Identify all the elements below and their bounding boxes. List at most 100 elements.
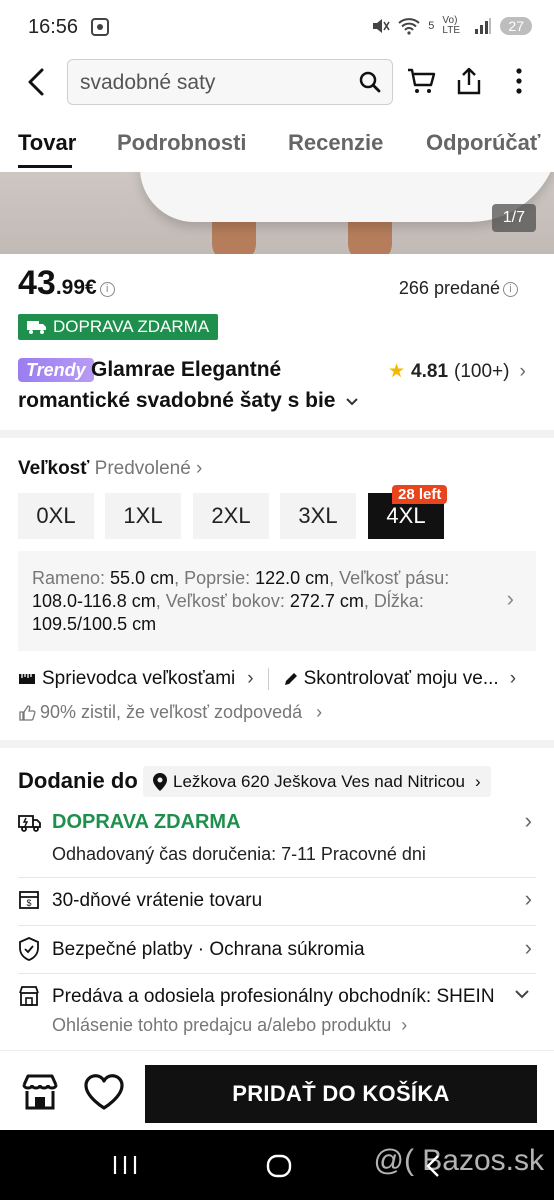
seller-text: Predáva a odosiela profesionálny obchodn… [52, 986, 495, 1007]
title-line2-text: romantické svadobné šaty s bie [18, 389, 336, 412]
size-tools-row: Sprievodca veľkosťami › Skontrolovať moj… [18, 664, 536, 694]
size-measurements[interactable]: Rameno: 55.0 cm, Poprsie: 122.0 cm, Veľk… [18, 551, 536, 651]
size-guide-link[interactable]: Sprievodca veľkosťami › [18, 668, 254, 690]
fit-text: 90% zistil, že veľkosť zodpovedá [40, 702, 303, 722]
product-tabs: Tovar Podrobnosti Recenzie Odporúčať [0, 120, 554, 172]
shop-icon [22, 1074, 58, 1110]
check-size-link[interactable]: Skontrolovať moju ve... › [283, 668, 516, 690]
network-label: 5 [428, 20, 435, 32]
trendy-tag: Trendy [18, 358, 94, 382]
sold-text: 266 predané [398, 278, 500, 298]
size-option-2xl[interactable]: 2XL [193, 493, 269, 539]
top-bar: svadobné saty [0, 56, 554, 110]
delivery-address[interactable]: Ležkova 620 Ješkova Ves nad Nitricou › [143, 766, 491, 797]
size-sublabel: Predvolené [94, 458, 191, 479]
product-title-line2[interactable]: romantické svadobné šaty s bie [18, 389, 359, 413]
battery-indicator: 27 [500, 17, 532, 35]
tab-tovar[interactable]: Tovar [18, 130, 76, 156]
size-header[interactable]: Veľkosť Predvolené › [18, 458, 202, 480]
product-title: Glamrae Elegantné [91, 358, 282, 381]
back-button[interactable] [18, 60, 54, 104]
m-value: 122.0 cm [255, 568, 330, 588]
truck-icon [27, 321, 46, 334]
chevron-down-icon[interactable] [514, 988, 530, 1006]
size-option-0xl[interactable]: 0XL [18, 493, 94, 539]
divider-line [18, 925, 536, 926]
free-delivery-label: DOPRAVA ZDARMA [52, 811, 241, 833]
recent-apps-icon[interactable] [112, 1154, 138, 1181]
location-pin-icon [153, 772, 167, 791]
search-input[interactable]: svadobné saty [67, 59, 393, 105]
shield-check-icon [18, 937, 42, 961]
wifi-icon [398, 18, 420, 35]
watermark: @( Bazos.sk [373, 1144, 545, 1177]
size-guide-text: Sprievodca veľkosťami [42, 668, 236, 689]
tab-recenzie[interactable]: Recenzie [288, 130, 383, 156]
wishlist-button[interactable] [83, 1073, 125, 1116]
tab-odporucat[interactable]: Odporúčať [426, 130, 540, 156]
price-whole: 43 [18, 264, 56, 302]
check-size-text: Skontrolovať moju ve... [303, 668, 499, 689]
info-icon[interactable]: i [99, 282, 115, 297]
chevron-right-icon: › [506, 586, 514, 611]
share-icon[interactable] [452, 64, 486, 98]
m-label: , Veľkosť bokov: [155, 591, 290, 611]
back-arrow-icon [28, 68, 44, 96]
m-label: , Poprsie: [174, 568, 256, 588]
report-seller-link[interactable]: Ohlásenie tohto predajcu a/alebo produkt… [52, 1015, 407, 1036]
chevron-right-icon[interactable]: › [525, 808, 532, 834]
separator [267, 668, 269, 690]
system-nav-bar: @( Bazos.sk [0, 1130, 554, 1200]
m-value: 55.0 cm [110, 568, 175, 588]
product-image[interactable]: 1/7 [0, 172, 554, 254]
star-icon: ★ [388, 361, 406, 382]
m-label: , Veľkosť pásu: [329, 568, 450, 588]
address-text: Ležkova 620 Ješkova Ves nad Nitricou [173, 771, 466, 791]
cart-icon[interactable] [404, 64, 438, 98]
add-to-cart-button[interactable]: PRIDAŤ DO KOŠÍKA [145, 1065, 537, 1123]
stock-badge: 28 left [392, 485, 448, 504]
payments-text: Bezpečné platby · Ochrana súkromia [52, 939, 365, 960]
chevron-right-icon: › [475, 771, 481, 791]
measurements-text: Rameno: 55.0 cm, Poprsie: 122.0 cm, Veľk… [32, 567, 502, 636]
size-fit-feedback[interactable]: 90% zistil, že veľkosť zodpovedá › [18, 702, 322, 723]
pencil-icon [284, 673, 297, 685]
size-label: Veľkosť [18, 458, 90, 479]
divider-line [18, 973, 536, 974]
price: 43.99€ i [18, 264, 115, 303]
status-bar: 16:56 5 Vo) LTE 27 [0, 0, 554, 54]
ruler-icon [19, 674, 35, 684]
tab-podrobnosti[interactable]: Podrobnosti [117, 130, 247, 156]
more-options-icon[interactable] [502, 64, 536, 98]
section-divider [0, 430, 554, 438]
m-value: 109.5/100.5 cm [32, 614, 157, 634]
m-value: 272.7 cm [289, 591, 364, 611]
mute-icon [373, 19, 390, 33]
m-label: , Dĺžka: [363, 591, 424, 611]
info-icon[interactable]: i [503, 282, 518, 297]
image-counter: 1/7 [491, 204, 536, 232]
store-button[interactable] [20, 1073, 60, 1116]
thumbs-up-icon [19, 704, 36, 721]
chevron-right-icon[interactable]: › [525, 935, 532, 961]
signal-icon [475, 18, 492, 34]
size-option-3xl[interactable]: 3XL [280, 493, 356, 539]
free-shipping-text: DOPRAVA ZDARMA [53, 317, 210, 336]
report-text: Ohlásenie tohto predajcu a/alebo produkt… [52, 1015, 392, 1035]
rating[interactable]: ★ 4.81 (100+) › [388, 360, 526, 383]
home-icon[interactable] [266, 1154, 292, 1183]
status-icons: 5 Vo) LTE 27 [370, 16, 532, 36]
status-time: 16:56 [28, 16, 79, 38]
divider-line [18, 877, 536, 878]
chevron-right-icon: › [247, 668, 254, 689]
rating-value: 4.81 [411, 360, 449, 382]
bottom-action-bar: PRIDAŤ DO KOŠÍKA [0, 1050, 554, 1130]
store-icon [18, 985, 42, 1009]
sold-count: 266 predané i [399, 278, 518, 299]
chevron-right-icon: › [316, 702, 323, 722]
section-divider [0, 740, 554, 748]
size-option-1xl[interactable]: 1XL [105, 493, 181, 539]
chevron-right-icon[interactable]: › [525, 886, 532, 912]
search-icon[interactable] [358, 70, 382, 99]
return-box-icon: $ [18, 889, 42, 913]
